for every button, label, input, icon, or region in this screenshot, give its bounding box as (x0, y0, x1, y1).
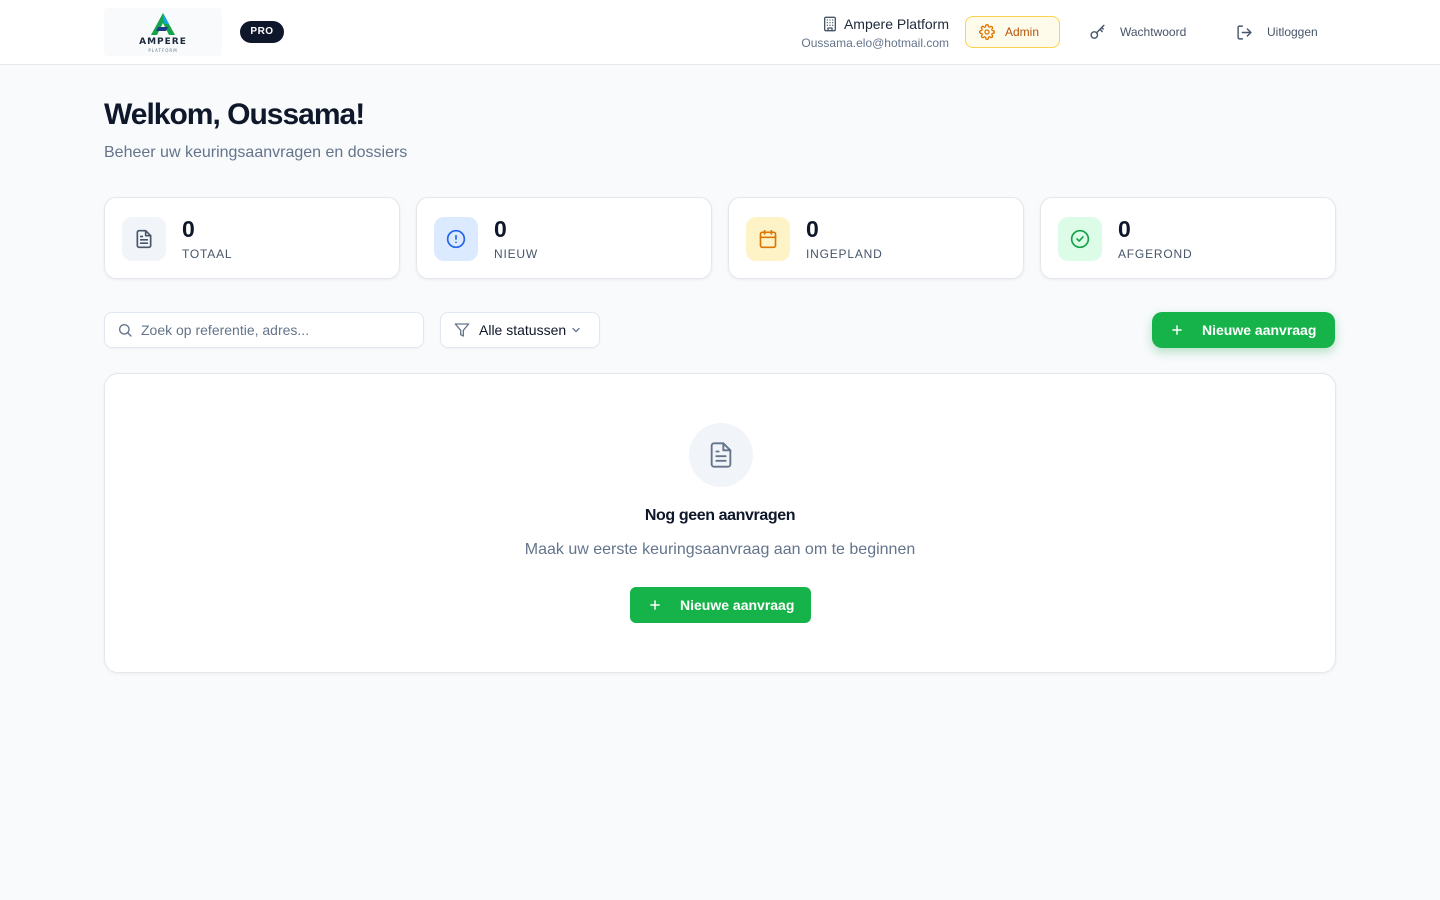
stat-card-scheduled: 0 INGEPLAND (728, 197, 1024, 279)
organization-name: Ampere Platform (843, 16, 949, 32)
stat-label-total: TOTAAL (182, 247, 233, 261)
new-request-button[interactable]: Nieuwe aanvraag (1152, 312, 1335, 348)
stat-icon-wrap (746, 217, 790, 261)
logout-icon (1237, 24, 1252, 40)
alert-circle-icon (446, 229, 466, 249)
plus-icon (650, 600, 660, 610)
stat-value-completed: 0 (1118, 216, 1131, 242)
organization-info: Ampere Platform Oussama.elo@hotmail.com (801, 14, 949, 50)
stat-card-total: 0 TOTAAL (104, 197, 400, 279)
stat-value-scheduled: 0 (806, 216, 819, 242)
user-email: Oussama.elo@hotmail.com (801, 36, 949, 50)
search-input[interactable] (141, 322, 401, 338)
calendar-icon (759, 229, 777, 249)
requests-panel: Nog geen aanvragen Maak uw eerste keurin… (104, 373, 1336, 673)
logo-subtext: PLATFORM (148, 48, 178, 53)
key-icon (1090, 24, 1105, 39)
document-icon (710, 442, 732, 468)
pro-badge: PRO (240, 21, 284, 43)
admin-label: Admin (1005, 25, 1040, 39)
stat-card-completed: 0 AFGEROND (1040, 197, 1336, 279)
stat-card-new: 0 NIEUW (416, 197, 712, 279)
empty-state-description: Maak uw eerste keuringsaanvraag aan om t… (524, 541, 916, 558)
gear-icon (979, 24, 995, 40)
logo-text: AMPERE (139, 37, 187, 47)
empty-state-button-label: Nieuwe aanvraag (680, 597, 795, 613)
stat-icon-wrap (1058, 217, 1102, 261)
empty-state-icon-wrap (689, 423, 753, 487)
search-box[interactable] (104, 312, 424, 348)
status-filter-value: Alle statussen (479, 322, 567, 338)
stat-icon-wrap (122, 217, 166, 261)
ampere-logo[interactable]: AMPERE PLATFORM (104, 8, 222, 56)
empty-state-new-request-button[interactable]: Nieuwe aanvraag (630, 587, 811, 623)
stat-label-completed: AFGEROND (1118, 247, 1193, 261)
search-icon (119, 324, 132, 337)
stat-icon-wrap (434, 217, 478, 261)
chevron-down-icon (572, 327, 580, 333)
plus-icon (1172, 325, 1182, 335)
document-icon (136, 229, 152, 249)
password-link[interactable]: Wachtwoord (1089, 16, 1186, 48)
ampere-logo-icon (151, 13, 175, 35)
password-label: Wachtwoord (1120, 25, 1187, 39)
top-header: AMPERE PLATFORM PRO Ampere Platform Ouss… (0, 0, 1440, 65)
page-title: Welkom, Oussama! (104, 98, 365, 131)
admin-button[interactable]: Admin (965, 16, 1060, 48)
new-request-label: Nieuwe aanvraag (1202, 322, 1317, 338)
logout-label: Uitloggen (1267, 25, 1318, 39)
stat-label-new: NIEUW (494, 247, 538, 261)
stat-value-new: 0 (494, 216, 507, 242)
building-icon (823, 16, 836, 32)
status-filter-select[interactable]: Alle statussen (440, 312, 600, 348)
page-subtitle: Beheer uw keuringsaanvragen en dossiers (104, 144, 408, 161)
stat-value-total: 0 (182, 216, 195, 242)
empty-state-title: Nog geen aanvragen (644, 507, 796, 524)
filter-icon (454, 323, 470, 337)
check-circle-icon (1070, 229, 1090, 249)
logout-link[interactable]: Uitloggen (1236, 16, 1318, 48)
stat-label-scheduled: INGEPLAND (806, 247, 883, 261)
